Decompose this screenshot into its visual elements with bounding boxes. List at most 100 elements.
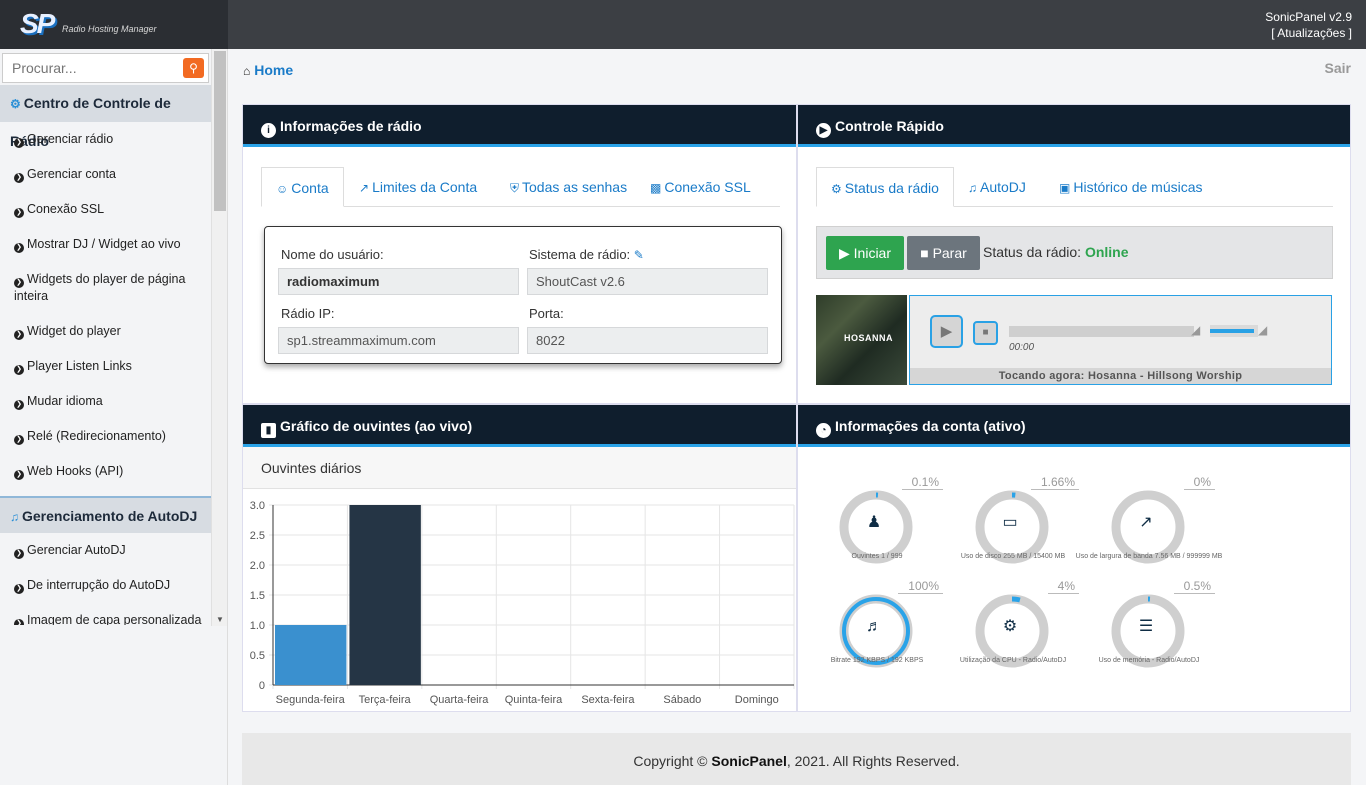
volume-max-icon[interactable]: ◢ (1258, 323, 1267, 337)
sidebar-item-language[interactable]: ❯ Mudar idioma (14, 393, 204, 410)
gear-icon: ⚙ (831, 182, 842, 196)
search-input[interactable] (3, 54, 173, 82)
scrollbar-thumb[interactable] (214, 51, 226, 211)
sidebar-item-label: Relé (Redirecionamento) (27, 429, 166, 443)
gauge-percent: 0% (1183, 475, 1215, 490)
tab-label: AutoDJ (980, 179, 1026, 195)
play-icon: ▶ (838, 245, 850, 261)
chart-line-icon: ↗ (1139, 514, 1153, 531)
logout-link[interactable]: Sair (1325, 60, 1351, 76)
stop-label: Parar (932, 245, 967, 261)
start-button[interactable]: ▶ Iniciar (826, 236, 904, 270)
panel-header: ▶ Controle Rápido (798, 105, 1350, 147)
pencil-icon[interactable]: ✎ (634, 248, 644, 262)
panel-title: Informações de rádio (280, 118, 422, 134)
tab-ssl[interactable]: ▩ Conexão SSL (636, 167, 765, 207)
system-label-text: Sistema de rádio: (529, 247, 631, 262)
system-field: ShoutCast v2.6 (527, 268, 768, 295)
panel-header: i Informações de rádio (243, 105, 796, 147)
tab-account-limits[interactable]: ↗ Limites da Conta (345, 167, 491, 207)
tab-account[interactable]: ☺ Conta (261, 167, 344, 207)
sidebar-item-relay[interactable]: ❯ Relé (Redirecionamento) (14, 428, 204, 445)
tab-radio-status[interactable]: ⚙ Status da rádio (816, 167, 954, 207)
player-play-button[interactable]: ▶ (930, 315, 963, 348)
sidebar-item-label: Gerenciar AutoDJ (27, 543, 126, 557)
panel-title: Gráfico de ouvintes (ao vivo) (280, 418, 473, 434)
y-tick-label: 1.5 (250, 590, 265, 602)
breadcrumb[interactable]: ⌂ Home (243, 62, 293, 78)
sidebar-item-manage-account[interactable]: ❯ Gerenciar conta (14, 166, 204, 183)
bar-chart-icon: ▮ (261, 423, 276, 438)
sidebar-section-radio-control[interactable]: ⚙ Centro de Controle de Rádio (0, 85, 211, 149)
sidebar-scrollbar[interactable]: ▼ (211, 49, 227, 626)
cog-icon: ⚙ (1002, 618, 1018, 635)
volume-slider[interactable] (1210, 325, 1258, 337)
tab-passwords[interactable]: ⛨ Todas as senhas (496, 167, 641, 207)
chevron-right-icon: ❯ (14, 173, 24, 183)
system-label: Sistema de rádio: ✎ (529, 247, 644, 262)
sidebar-item-fullpage-widgets[interactable]: ❯ Widgets do player de página inteira (14, 271, 204, 305)
play-circle-icon: ▶ (816, 123, 831, 138)
sidebar-item-player-widget[interactable]: ❯ Widget do player (14, 323, 204, 340)
audio-player: ▶ ■ ◢ ◢ 00:00 Tocando agora: Hosanna - H… (909, 295, 1332, 385)
chevron-right-icon: ❯ (14, 400, 24, 410)
chevron-right-icon: ❯ (14, 584, 24, 594)
username-label: Nome do usuário: (281, 247, 384, 262)
sidebar-section-autodj[interactable]: ♫ Gerenciamento de AutoDJ (0, 496, 211, 533)
version-info: SonicPanel v2.9 [ Atualizações ] (1265, 9, 1352, 41)
sidebar-item-cover-image[interactable]: ❯ Imagem de capa personalizada (14, 612, 204, 625)
status-badge: Online (1084, 244, 1129, 260)
chevron-right-icon: ❯ (14, 549, 24, 559)
bar[interactable] (349, 505, 421, 685)
chevron-right-icon: ❯ (14, 470, 24, 480)
stop-button[interactable]: ■ Parar (907, 236, 980, 270)
tab-autodj[interactable]: ♫ AutoDJ (954, 167, 1040, 207)
sidebar-item-webhooks[interactable]: ❯ Web Hooks (API) (14, 463, 204, 480)
port-field: 8022 (527, 327, 768, 354)
updates-link[interactable]: [ Atualizações ] (1265, 25, 1352, 41)
usage-gauge: 1.66% ▭ Uso de disco 255 MB / 15400 MB (945, 475, 1081, 575)
radio-control-bar: ▶ Iniciar ■ Parar Status da rádio: Onlin… (816, 226, 1333, 279)
sidebar-item-dj-widget[interactable]: ❯ Mostrar DJ / Widget ao vivo (14, 236, 204, 253)
time-display: 00:00 (1009, 342, 1035, 353)
chevron-right-icon: ❯ (14, 435, 24, 445)
tab-song-history[interactable]: ▣ Histórico de músicas (1045, 167, 1217, 207)
tab-label: Limites da Conta (372, 179, 478, 195)
radio-info-tabs: ☺ Conta ↗ Limites da Conta ⛨ Todas as senha… (261, 167, 780, 207)
cover-text: HOSANNA (844, 333, 894, 343)
sidebar-item-listen-links[interactable]: ❯ Player Listen Links (14, 358, 204, 375)
x-tick-label: Sexta-feira (581, 694, 635, 706)
breadcrumb-home[interactable]: Home (254, 62, 293, 78)
username-field: radiomaximum (278, 268, 519, 295)
x-tick-label: Quarta-feira (430, 694, 490, 706)
panel-title: Controle Rápido (835, 118, 944, 134)
player-stop-button[interactable]: ■ (973, 321, 998, 345)
logo-subtitle: Radio Hosting Manager (62, 24, 157, 34)
scroll-down-icon[interactable]: ▼ (216, 615, 224, 624)
gauge-caption: Uso de largura de banda 7.56 MB / 999999… (1075, 553, 1223, 560)
mute-icon[interactable]: ◢ (1191, 323, 1200, 337)
chevron-right-icon: ❯ (14, 365, 24, 375)
brand-logo[interactable]: SP Radio Hosting Manager (0, 0, 228, 49)
seek-bar[interactable] (1009, 326, 1194, 337)
top-bar: SP Radio Hosting Manager SonicPanel v2.9… (0, 0, 1366, 49)
stop-icon: ■ (920, 245, 929, 261)
version-label: SonicPanel v2.9 (1265, 10, 1352, 24)
gauge-percent: 100% (898, 579, 943, 594)
pie-chart-icon: ◔ (816, 423, 831, 438)
chevron-right-icon: ❯ (14, 243, 24, 253)
bar[interactable] (275, 625, 347, 685)
sidebar-item-ssl[interactable]: ❯ Conexão SSL (14, 201, 204, 218)
sidebar-item-manage-radio[interactable]: ❯ Gerenciar rádio (14, 131, 204, 148)
account-card: Nome do usuário: Sistema de rádio: ✎ rad… (264, 226, 782, 364)
footer-suffix: , 2021. All Rights Reserved. (786, 753, 960, 769)
sidebar-item-manage-autodj[interactable]: ❯ Gerenciar AutoDJ (14, 542, 204, 559)
gauge-caption: Uso de memória - Radio/AutoDJ (1098, 657, 1200, 664)
sidebar-item-label: Mostrar DJ / Widget ao vivo (27, 237, 181, 251)
search-icon[interactable]: ⚲ (183, 58, 204, 78)
users-icon: ♟ (866, 514, 882, 531)
sidebar-item-label: Conexão SSL (27, 202, 105, 216)
sidebar-item-autodj-interrupt[interactable]: ❯ De interrupção do AutoDJ (14, 577, 204, 594)
panel-header: ◔ Informações da conta (ativo) (798, 405, 1350, 447)
x-tick-label: Terça-feira (359, 694, 412, 706)
